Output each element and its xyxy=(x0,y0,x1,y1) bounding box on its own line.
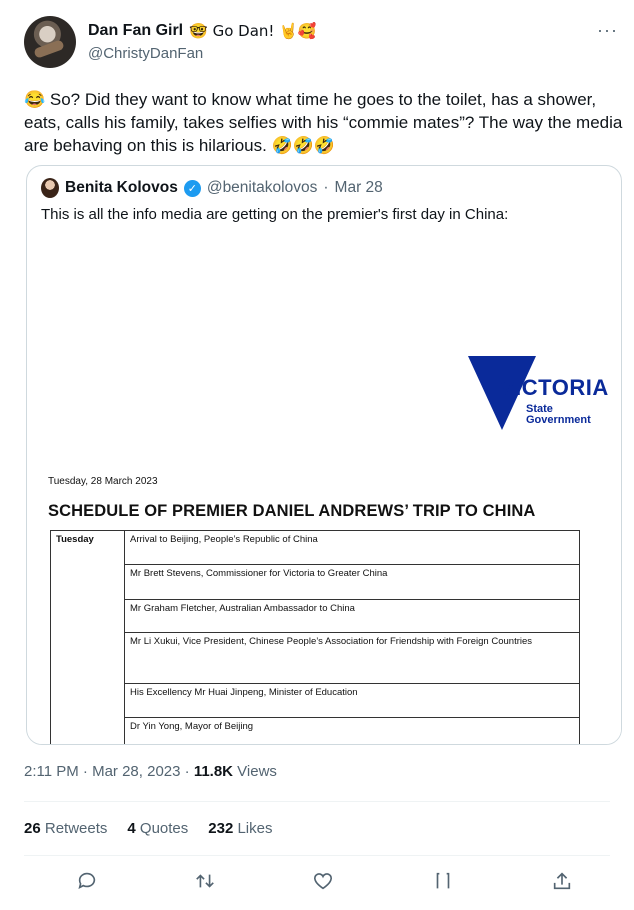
retweet-icon[interactable] xyxy=(190,866,220,896)
retweets-count: 26 xyxy=(24,820,41,837)
table-row: Dr Yin Yong, Mayor of Beijing xyxy=(51,717,580,744)
views-count: 11.8K xyxy=(193,763,234,780)
retweets-stat[interactable]: 26 Retweets xyxy=(24,820,107,837)
quoted-tweet-header: Benita Kolovos ✓ @benitakolovos · Mar 28 xyxy=(41,178,383,198)
document-title: SCHEDULE OF PREMIER DANIEL ANDREWS’ TRIP… xyxy=(48,502,536,520)
divider xyxy=(24,855,610,856)
quoted-tweet[interactable]: Benita Kolovos ✓ @benitakolovos · Mar 28… xyxy=(26,165,622,745)
quoted-tweet-text: This is all the info media are getting o… xyxy=(41,206,509,223)
schedule-day-cell: Tuesday xyxy=(50,530,125,744)
likes-stat[interactable]: 232 Likes xyxy=(208,820,272,837)
quotes-count: 4 xyxy=(127,820,136,837)
reply-icon[interactable] xyxy=(72,866,102,896)
quoted-author-handle[interactable]: @benitakolovos xyxy=(207,179,318,197)
author-emojis: 🤓 Go Dan! 🤘🥰 xyxy=(189,22,317,40)
table-row: Mr Graham Fletcher, Australian Ambassado… xyxy=(51,599,580,633)
table-row: Mr Brett Stevens, Commissioner for Victo… xyxy=(51,564,580,600)
author-name-row[interactable]: Dan Fan Girl 🤓 Go Dan! 🤘🥰 xyxy=(88,22,317,40)
schedule-item: Arrival to Beijing, People’s Republic of… xyxy=(124,530,580,565)
table-row: His Excellency Mr Huai Jinpeng, Minister… xyxy=(51,683,580,718)
table-row: Tuesday Arrival to Beijing, People’s Rep… xyxy=(50,530,580,744)
tweet-text: 😂 So? Did they want to know what time he… xyxy=(24,90,623,155)
quoted-author-avatar[interactable] xyxy=(41,178,59,198)
quoted-date[interactable]: Mar 28 xyxy=(335,179,383,197)
table-row: Mr Li Xukui, Vice President, Chinese Peo… xyxy=(51,632,580,684)
retweets-label: Retweets xyxy=(40,820,108,837)
action-bar xyxy=(0,866,634,896)
likes-count: 232 xyxy=(208,820,234,837)
share-icon[interactable] xyxy=(547,866,577,896)
schedule-item: Mr Li Xukui, Vice President, Chinese Peo… xyxy=(124,632,580,684)
verified-badge-icon: ✓ xyxy=(183,179,201,197)
quotes-label: Quotes xyxy=(135,820,189,837)
schedule-item: Dr Yin Yong, Mayor of Beijing xyxy=(124,717,580,744)
tweet-meta: 2:11 PM · Mar 28, 2023 · 11.8K Views xyxy=(24,763,277,780)
schedule-item: Mr Brett Stevens, Commissioner for Victo… xyxy=(124,564,580,600)
victoria-logo-sub-2: Government xyxy=(526,414,591,426)
divider xyxy=(24,801,610,802)
separator-dot: · xyxy=(323,179,329,196)
quoted-author-name[interactable]: Benita Kolovos xyxy=(65,179,178,197)
author-handle[interactable]: @ChristyDanFan xyxy=(88,45,203,62)
document-date: Tuesday, 28 March 2023 xyxy=(48,476,158,487)
schedule-item: His Excellency Mr Huai Jinpeng, Minister… xyxy=(124,683,580,718)
schedule-document-image[interactable]: VICTORIA State Government Tuesday, 28 Ma… xyxy=(28,232,621,744)
guitar-shape xyxy=(33,39,65,59)
victoria-logo-subtitle: State Government xyxy=(526,404,591,426)
views-label: Views xyxy=(233,763,277,780)
author-name[interactable]: Dan Fan Girl xyxy=(88,22,183,40)
schedule-item: Mr Graham Fletcher, Australian Ambassado… xyxy=(124,599,580,633)
tweet: Dan Fan Girl 🤓 Go Dan! 🤘🥰 @ChristyDanFan… xyxy=(0,0,634,910)
victoria-logo-word: VICTORIA xyxy=(500,375,609,400)
bookmark-icon[interactable] xyxy=(428,866,458,896)
like-icon[interactable] xyxy=(308,866,338,896)
quotes-stat[interactable]: 4 Quotes xyxy=(127,820,188,837)
schedule-table: Tuesday Arrival to Beijing, People’s Rep… xyxy=(50,530,580,744)
tweet-stats: 26 Retweets 4 Quotes 232 Likes xyxy=(24,820,272,837)
author-avatar[interactable] xyxy=(24,16,76,68)
likes-label: Likes xyxy=(233,820,273,837)
more-options-icon[interactable]: ··· xyxy=(597,20,618,41)
tweet-timestamp[interactable]: 2:11 PM · Mar 28, 2023 · xyxy=(24,763,194,780)
